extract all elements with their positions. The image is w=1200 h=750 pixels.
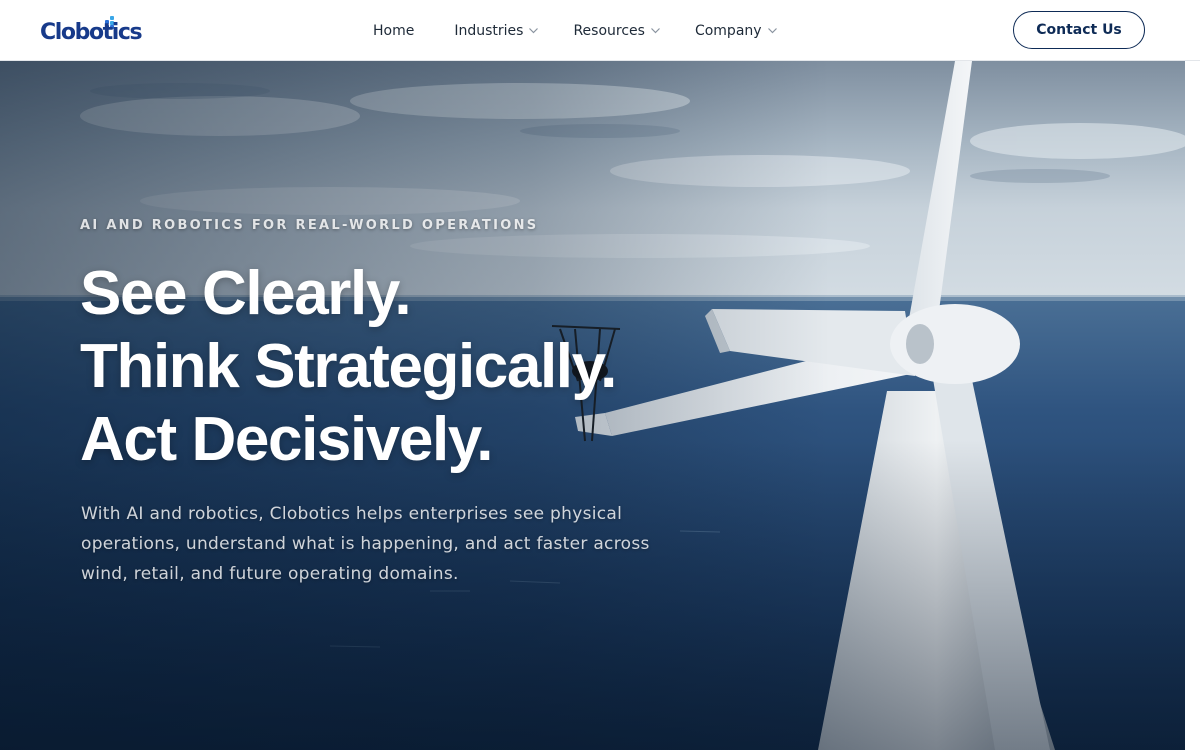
nav-item-label: Home <box>373 22 415 39</box>
headline-line: See Clearly. <box>80 259 412 328</box>
hero-kicker: AI AND ROBOTICS FOR REAL-WORLD OPERATION… <box>80 218 539 233</box>
headline-line: Act Decisively. <box>80 405 493 474</box>
hero-section: AI AND ROBOTICS FOR REAL-WORLD OPERATION… <box>0 61 1185 750</box>
site-header: Clobotics Home Industries Resources Comp… <box>0 0 1200 61</box>
nav-item-label: Industries <box>454 22 524 39</box>
chevron-down-icon <box>651 28 660 34</box>
headline-line: Think Strategically. <box>80 332 617 401</box>
chevron-down-icon <box>529 28 539 34</box>
hero-description: With AI and robotics, Clobotics helps en… <box>81 504 650 584</box>
contact-us-button[interactable]: Contact Us <box>1013 11 1145 49</box>
clobotics-logo[interactable]: Clobotics <box>40 15 143 47</box>
nav-item-industries[interactable]: Industries <box>454 23 539 39</box>
hero-headline: See Clearly. Think Strategically. Act De… <box>80 257 617 476</box>
nav-item-resources[interactable]: Resources <box>573 23 661 39</box>
nav-item-company[interactable]: Company <box>695 23 778 39</box>
nav-item-home[interactable]: Home <box>373 23 414 39</box>
nav-item-label: Resources <box>573 22 645 39</box>
nav-item-label: Company <box>694 22 762 39</box>
main-nav: Home Industries Resources Company <box>373 0 812 61</box>
logo-wordmark: Clobotics <box>40 20 143 45</box>
scrollbar[interactable] <box>1185 61 1200 750</box>
chevron-down-icon <box>767 28 777 34</box>
